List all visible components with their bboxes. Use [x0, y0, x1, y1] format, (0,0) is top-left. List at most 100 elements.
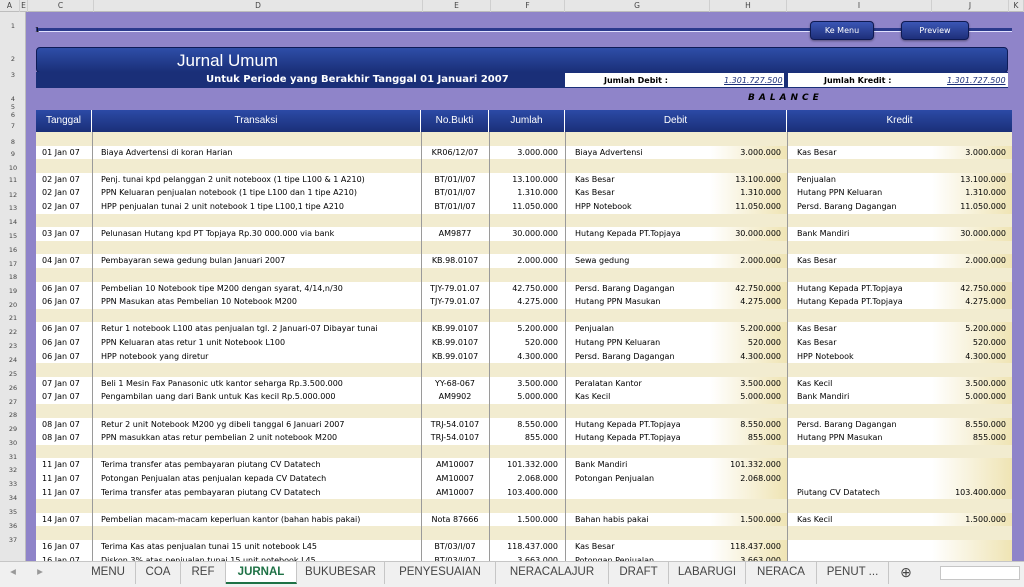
row-header[interactable]: 19	[0, 287, 26, 295]
cell-tgl[interactable]: 02 Jan 07	[36, 173, 92, 187]
sheet-tab-menu[interactable]: MENU	[81, 562, 136, 584]
cell-kacc[interactable]: Kas Besar	[787, 322, 932, 336]
cell-tgl[interactable]: 14 Jan 07	[36, 513, 92, 527]
cell-dacc[interactable]: Potongan Penjualan	[565, 472, 710, 486]
row-header[interactable]: 16	[0, 246, 26, 254]
cell-bukti[interactable]: AM10007	[421, 486, 489, 500]
cell-dval[interactable]: 2.000.000	[710, 254, 787, 268]
column-header[interactable]: E	[20, 0, 28, 12]
cell-dacc[interactable]: Peralatan Kantor	[565, 377, 710, 391]
cell-dval[interactable]: 30.000.000	[710, 227, 787, 241]
column-header[interactable]: J	[932, 0, 1009, 12]
cell-dval[interactable]: 520.000	[710, 336, 787, 350]
row-header[interactable]: 21	[0, 314, 26, 322]
cell-trx[interactable]: PPN Keluaran atas retur 1 unit Notebook …	[92, 336, 421, 350]
cell-dacc[interactable]: Hutang PPN Keluaran	[565, 336, 710, 350]
cell-kval[interactable]	[932, 458, 1012, 472]
cell-dacc[interactable]: Sewa gedung	[565, 254, 710, 268]
cell-jml[interactable]: 5.200.000	[489, 322, 565, 336]
cell-bukti[interactable]: AM9877	[421, 227, 489, 241]
row-header[interactable]: 23	[0, 342, 26, 350]
cell-dacc[interactable]: Bahan habis pakai	[565, 513, 710, 527]
cell-dval[interactable]: 3.500.000	[710, 377, 787, 391]
row-header[interactable]: 31	[0, 453, 26, 461]
cell-dacc[interactable]: Persd. Barang Dagangan	[565, 282, 710, 296]
cell-kacc[interactable]: Kas Besar	[787, 146, 932, 160]
row-header[interactable]: 26	[0, 384, 26, 392]
cell-dacc[interactable]: HPP Notebook	[565, 200, 710, 214]
column-header[interactable]: F	[491, 0, 565, 12]
horizontal-scrollbar[interactable]	[940, 566, 1020, 580]
column-header[interactable]: G	[565, 0, 710, 12]
cell-bukti[interactable]: YY-68-067	[421, 377, 489, 391]
cell-dval[interactable]: 42.750.000	[710, 282, 787, 296]
cell-kval[interactable]: 103.400.000	[932, 486, 1012, 500]
cell-bukti[interactable]: TRJ-54.0107	[421, 431, 489, 445]
cell-bukti[interactable]: AM10007	[421, 458, 489, 472]
row-header[interactable]: 29	[0, 425, 26, 433]
cell-bukti[interactable]: BT/03/I/07	[421, 540, 489, 554]
column-header[interactable]: A	[0, 0, 20, 12]
cell-dacc[interactable]: Bank Mandiri	[565, 458, 710, 472]
scroll-left-icon[interactable]: ◂	[0, 562, 26, 584]
column-header[interactable]: H	[710, 0, 787, 12]
cell-tgl[interactable]: 04 Jan 07	[36, 254, 92, 268]
ke-menu-button[interactable]: Ke Menu	[810, 21, 874, 40]
cell-tgl[interactable]: 03 Jan 07	[36, 227, 92, 241]
cell-tgl[interactable]: 02 Jan 07	[36, 186, 92, 200]
row-header[interactable]: 13	[0, 204, 26, 212]
cell-trx[interactable]: Potongan Penjualan atas penjualan kepada…	[92, 472, 421, 486]
cell-tgl[interactable]: 11 Jan 07	[36, 458, 92, 472]
sheet-tab-jurnal[interactable]: JURNAL	[226, 562, 297, 584]
cell-kval[interactable]: 1.310.000	[932, 186, 1012, 200]
sheet-tab-bukubesar[interactable]: BUKUBESAR	[297, 562, 385, 584]
cell-dacc[interactable]: Kas Besar	[565, 186, 710, 200]
cell-kacc[interactable]: Kas Kecil	[787, 513, 932, 527]
cell-trx[interactable]: Pelunasan Hutang kpd PT Topjaya Rp.30 00…	[92, 227, 421, 241]
cell-dval[interactable]: 1.310.000	[710, 186, 787, 200]
cell-kval[interactable]	[932, 554, 1012, 561]
cell-dval[interactable]: 11.050.000	[710, 200, 787, 214]
cell-kval[interactable]: 1.500.000	[932, 513, 1012, 527]
cell-kacc[interactable]: Kas Besar	[787, 254, 932, 268]
cell-trx[interactable]: Pembelian macam-macam keperluan kantor (…	[92, 513, 421, 527]
cell-kacc[interactable]	[787, 540, 932, 554]
cell-dacc[interactable]: Hutang PPN Masukan	[565, 295, 710, 309]
cell-jml[interactable]: 8.550.000	[489, 418, 565, 432]
cell-bukti[interactable]: TJY-79.01.07	[421, 295, 489, 309]
cell-kval[interactable]	[932, 540, 1012, 554]
cell-jml[interactable]: 30.000.000	[489, 227, 565, 241]
sheet-tab-coa[interactable]: COA	[136, 562, 181, 584]
row-header[interactable]: 35	[0, 508, 26, 516]
row-header[interactable]: 10	[0, 164, 26, 172]
cell-trx[interactable]: PPN masukkan atas retur pembelian 2 unit…	[92, 431, 421, 445]
row-header[interactable]: 4	[0, 95, 26, 103]
cell-dacc[interactable]: Persd. Barang Dagangan	[565, 350, 710, 364]
add-sheet-icon[interactable]: ⊕	[894, 562, 918, 584]
preview-button[interactable]: Preview	[901, 21, 969, 40]
cell-trx[interactable]: PPN Masukan atas Pembelian 10 Notebook M…	[92, 295, 421, 309]
cell-kacc[interactable]: Penjualan	[787, 173, 932, 187]
cell-dval[interactable]: 5.000.000	[710, 390, 787, 404]
cell-dval[interactable]: 5.200.000	[710, 322, 787, 336]
row-header[interactable]: 36	[0, 522, 26, 530]
cell-kval[interactable]: 4.275.000	[932, 295, 1012, 309]
row-header[interactable]: 11	[0, 176, 26, 184]
row-header[interactable]: 25	[0, 370, 26, 378]
cell-jml[interactable]: 855.000	[489, 431, 565, 445]
cell-bukti[interactable]: KR06/12/07	[421, 146, 489, 160]
cell-dacc[interactable]	[565, 486, 710, 500]
cell-jml[interactable]: 101.332.000	[489, 458, 565, 472]
row-header[interactable]: 14	[0, 218, 26, 226]
cell-jml[interactable]: 4.275.000	[489, 295, 565, 309]
cell-jml[interactable]: 520.000	[489, 336, 565, 350]
row-header[interactable]: 3	[0, 71, 26, 79]
cell-kval[interactable]: 8.550.000	[932, 418, 1012, 432]
cell-kval[interactable]: 3.500.000	[932, 377, 1012, 391]
cell-dacc[interactable]: Hutang Kepada PT.Topjaya	[565, 418, 710, 432]
cell-trx[interactable]: Pengambilan uang dari Bank untuk Kas kec…	[92, 390, 421, 404]
row-header[interactable]: 22	[0, 328, 26, 336]
cell-dacc[interactable]: Biaya Advertensi	[565, 146, 710, 160]
cell-dval[interactable]: 8.550.000	[710, 418, 787, 432]
cell-kacc[interactable]: HPP Notebook	[787, 350, 932, 364]
